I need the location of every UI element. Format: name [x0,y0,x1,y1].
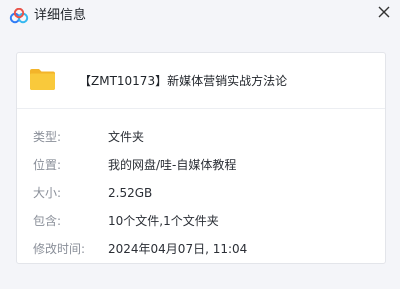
modified-label: 修改时间: [33,242,86,256]
dialog-title: 详细信息 [34,8,87,23]
contains-label: 包含: [33,214,62,228]
details-card: 【ZMT10173】新媒体营销实战方法论 类型: 文件夹 位置: 我的网盘/哇-… [16,52,386,264]
file-header: 【ZMT10173】新媒体营销实战方法论 [17,53,385,109]
title-bar: 详细信息 [0,0,400,32]
modified-value: 2024年04月07日, 11:04 [108,242,248,256]
detail-row-size: 大小: 2.52GB [17,185,385,205]
location-label: 位置: [33,158,62,172]
size-value: 2.52GB [108,186,153,200]
details-dialog: 详细信息 【ZMT10173】新媒体营销实战方法论 类型: 文件夹 位置: 我的… [0,0,400,289]
folder-icon [30,69,55,90]
size-label: 大小: [33,186,62,200]
app-logo-icon [9,8,29,24]
detail-row-type: 类型: 文件夹 [17,129,385,149]
contains-value: 10个文件,1个文件夹 [108,214,219,228]
detail-row-contains: 包含: 10个文件,1个文件夹 [17,213,385,233]
type-value: 文件夹 [108,130,145,144]
file-name: 【ZMT10173】新媒体营销实战方法论 [79,74,288,88]
detail-row-location: 位置: 我的网盘/哇-自媒体教程 [17,157,385,177]
location-value[interactable]: 我的网盘/哇-自媒体教程 [108,157,236,173]
close-icon[interactable] [374,2,394,22]
type-label: 类型: [33,130,62,144]
detail-row-modified: 修改时间: 2024年04月07日, 11:04 [17,241,385,261]
